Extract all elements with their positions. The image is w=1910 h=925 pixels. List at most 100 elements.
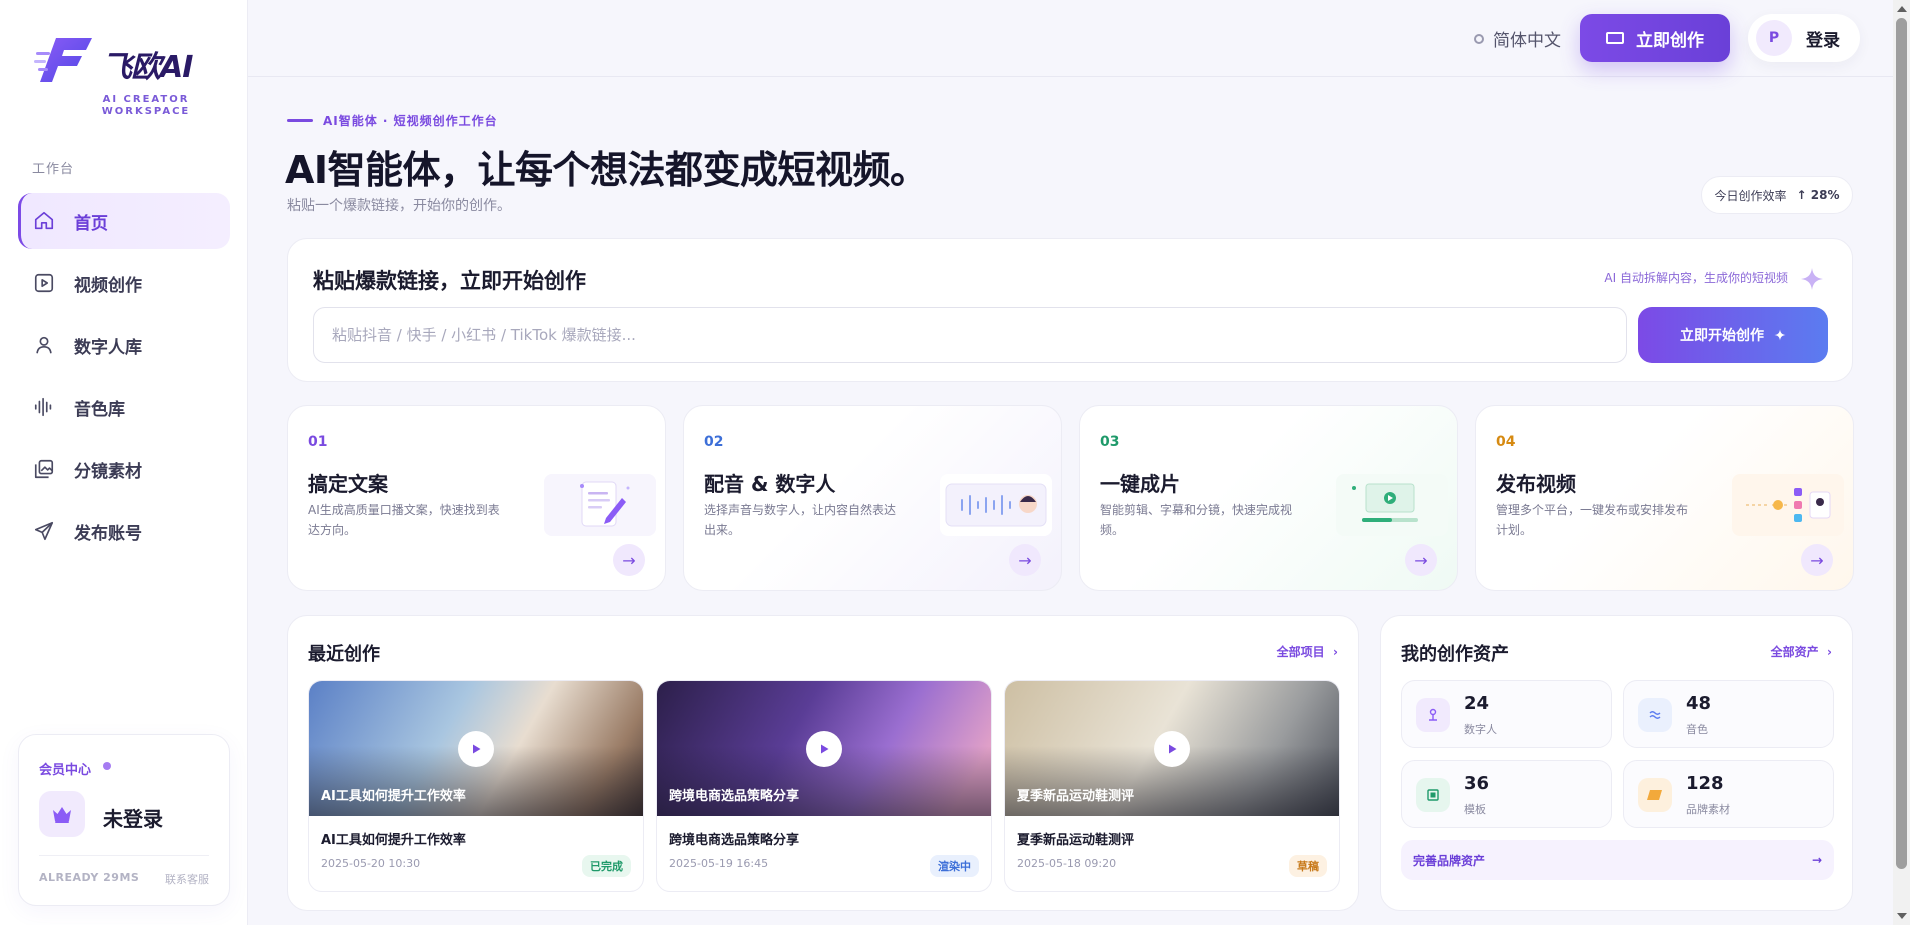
step-number: 04	[1496, 434, 1516, 450]
step-card-script[interactable]: 01 搞定文案 AI生成高质量口播文案，快速找到表达方向。 →	[287, 405, 666, 591]
sidebar-item-voice-library[interactable]: 音色库	[18, 379, 230, 435]
step-number: 02	[704, 434, 724, 450]
multi-platform-icon	[1732, 474, 1844, 536]
logo[interactable]: 飞欧AI AI CREATOR WORKSPACE	[34, 34, 214, 124]
play-icon[interactable]	[1154, 730, 1190, 767]
logo-mark-icon	[34, 38, 92, 82]
link-input[interactable]	[313, 307, 1627, 363]
all-assets-label: 全部资产	[1770, 645, 1819, 659]
login-label: 登录	[1806, 30, 1840, 51]
language-label: 简体中文	[1493, 31, 1561, 51]
step-arrow-button[interactable]: →	[1405, 544, 1437, 576]
asset-digital-humans[interactable]: 24 数字人	[1401, 680, 1612, 748]
complete-brand-assets-label: 完善品牌资产	[1413, 853, 1486, 868]
asset-count: 36	[1464, 773, 1490, 794]
paste-link-card: 粘贴爆款链接，立即开始创作 AI 自动拆解内容，生成你的短视频 立即开始创作	[287, 238, 1853, 382]
person-pin-icon	[1416, 698, 1450, 732]
play-icon[interactable]	[806, 730, 842, 767]
page-subtitle: 粘贴一个爆款链接，开始你的创作。	[287, 198, 511, 214]
top-bar: 简体中文 立即创作 P 登录	[248, 0, 1893, 77]
create-now-label: 立即创作	[1636, 30, 1704, 51]
video-thumbnail[interactable]: AI工具如何提升工作效率	[309, 681, 643, 816]
step-arrow-button[interactable]: →	[613, 544, 645, 576]
step-title: 一键成片	[1100, 472, 1180, 496]
step-description: 选择声音与数字人，让内容自然表达出来。	[704, 503, 897, 537]
asset-templates[interactable]: 36 模板	[1401, 760, 1612, 828]
thumbnail-caption: AI工具如何提升工作效率	[321, 789, 466, 804]
step-card-voice-avatar[interactable]: 02 配音 & 数字人 选择声音与数字人，让内容自然表达出来。 →	[683, 405, 1062, 591]
efficiency-label: 今日创作效率	[1714, 188, 1787, 203]
asset-label: 模板	[1464, 803, 1486, 816]
login-button[interactable]: P 登录	[1748, 14, 1860, 62]
step-title: 配音 & 数字人	[704, 472, 836, 496]
sidebar-item-video-creation[interactable]: 视频创作	[18, 255, 230, 311]
video-card[interactable]: 跨境电商选品策略分享 跨境电商选品策略分享 2025-05-19 16:45 渲…	[656, 680, 992, 892]
all-projects-link[interactable]: 全部项目 ›	[1277, 643, 1338, 660]
video-thumbnail[interactable]: 夏季新品运动鞋测评	[1005, 681, 1339, 816]
crown-icon	[39, 791, 85, 837]
asset-brand-materials[interactable]: 128 品牌素材	[1623, 760, 1834, 828]
language-switcher[interactable]: 简体中文	[1474, 26, 1561, 51]
step-card-one-click[interactable]: 03 一键成片 智能剪辑、字幕和分镜，快速完成视频。 →	[1079, 405, 1458, 591]
start-creating-button[interactable]: 立即开始创作	[1638, 307, 1828, 363]
asset-label: 数字人	[1464, 723, 1497, 736]
assets-title: 我的创作资产	[1401, 644, 1509, 665]
video-title: 跨境电商选品策略分享	[669, 833, 800, 848]
sidebar-item-label: 视频创作	[74, 275, 142, 296]
asset-count: 24	[1464, 693, 1490, 714]
arrow-right-icon: →	[1811, 853, 1822, 867]
scroll-thumb[interactable]	[1896, 18, 1907, 869]
complete-brand-assets-button[interactable]: 完善品牌资产 →	[1401, 840, 1834, 880]
logo-subtitle-line2: WORKSPACE	[101, 106, 191, 117]
sidebar-item-label: 音色库	[74, 399, 125, 420]
nav-section-label: 工作台	[32, 162, 75, 177]
start-creating-label: 立即开始创作	[1680, 328, 1764, 344]
step-number: 01	[308, 434, 328, 450]
asset-voices[interactable]: 48 音色	[1623, 680, 1834, 748]
creation-assets-card: 我的创作资产 全部资产 › 24 数字人 48 音色 36 模板 128 品牌素…	[1380, 615, 1853, 911]
recent-creations-title: 最近创作	[308, 644, 380, 665]
member-center-card[interactable]: 会员中心 未登录 ALREADY 29MS 联系客服	[18, 734, 230, 906]
avatar: P	[1756, 20, 1792, 56]
efficiency-value: ↑ 28%	[1796, 188, 1840, 202]
recent-creations-card: 最近创作 全部项目 › AI工具如何提升工作效率 AI工具如何提升工作效率 20…	[287, 615, 1359, 911]
chevron-right-icon: ›	[1822, 645, 1832, 659]
hero-eyebrow: AI智能体 · 短视频创作工作台	[287, 112, 498, 129]
step-arrow-button[interactable]: →	[1801, 544, 1833, 576]
user-icon	[32, 333, 56, 357]
create-now-button[interactable]: 立即创作	[1580, 14, 1730, 62]
sparkle-small-icon	[1774, 329, 1786, 341]
sidebar-item-publish-accounts[interactable]: 发布账号	[18, 503, 230, 559]
sidebar-item-storyboard-assets[interactable]: 分镜素材	[18, 441, 230, 497]
video-card[interactable]: 夏季新品运动鞋测评 夏季新品运动鞋测评 2025-05-18 09:20 草稿	[1004, 680, 1340, 892]
video-list: AI工具如何提升工作效率 AI工具如何提升工作效率 2025-05-20 10:…	[308, 680, 1340, 892]
video-date: 2025-05-20 10:30	[321, 857, 421, 870]
sidebar-item-home[interactable]: 首页	[18, 193, 230, 249]
sidebar-item-label: 数字人库	[74, 337, 142, 358]
logo-name: 飞欧AI	[102, 50, 193, 85]
asset-count: 128	[1686, 773, 1724, 794]
video-thumbnail[interactable]: 跨境电商选品策略分享	[657, 681, 991, 816]
video-card[interactable]: AI工具如何提升工作效率 AI工具如何提升工作效率 2025-05-20 10:…	[308, 680, 644, 892]
step-card-publish[interactable]: 04 发布视频 管理多个平台，一键发布或安排发布计划。 →	[1475, 405, 1854, 591]
paste-card-hint: AI 自动拆解内容，生成你的短视频	[1604, 271, 1788, 285]
play-icon[interactable]	[458, 730, 494, 767]
waveform-icon	[32, 395, 56, 419]
image-stack-icon	[32, 457, 56, 481]
contact-support-link[interactable]: 联系客服	[165, 871, 209, 887]
member-center-title: 会员中心	[39, 763, 92, 778]
member-login-status: 未登录	[103, 807, 163, 831]
scroll-down-arrow-icon[interactable]	[1897, 913, 1907, 919]
asset-label: 品牌素材	[1686, 803, 1730, 816]
scroll-up-arrow-icon[interactable]	[1897, 6, 1907, 12]
status-badge: 已完成	[582, 855, 631, 877]
workflow-steps: 01 搞定文案 AI生成高质量口播文案，快速找到表达方向。 → 02 配音 & …	[287, 405, 1854, 591]
brand-tag-icon	[1638, 778, 1672, 812]
all-assets-link[interactable]: 全部资产 ›	[1771, 643, 1832, 660]
sidebar-item-avatar-library[interactable]: 数字人库	[18, 317, 230, 373]
sidebar: 飞欧AI AI CREATOR WORKSPACE 工作台 首页 视频创作 数字…	[0, 0, 248, 925]
sparkle-icon	[1801, 268, 1823, 290]
sidebar-item-label: 分镜素材	[74, 461, 142, 482]
vertical-scrollbar[interactable]	[1893, 0, 1910, 925]
step-arrow-button[interactable]: →	[1009, 544, 1041, 576]
